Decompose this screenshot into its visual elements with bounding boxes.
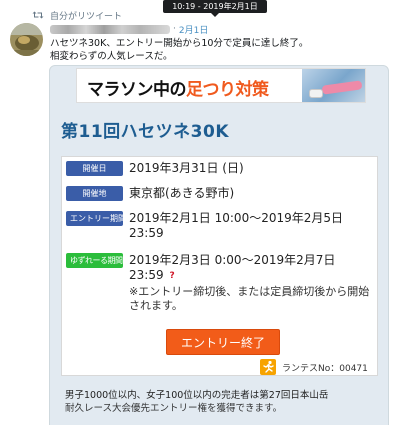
tooltip-arrow [211, 13, 219, 17]
description-line: 耐久レース大会優先エントリー権を獲得できます。 [65, 403, 283, 414]
description-line: 男子1000位以内、女子100位以内の完走者は第27回日本山岳 [65, 390, 329, 401]
tweet-header: · 2月1日 [50, 22, 208, 36]
transfer-period-note: ※エントリー締切後、または定員締切後から開始されます。 [129, 285, 370, 312]
event-venue-value: 東京都(あきる野市) [129, 186, 235, 200]
event-title: 第11回ハセツネ30K [61, 122, 229, 142]
transfer-period-value: 2019年2月3日 0:00〜2019年2月7日 23:59 [129, 253, 336, 282]
author-name-redacted[interactable] [50, 24, 170, 34]
event-description: 男子1000位以内、女子100位以内の完走者は第27回日本山岳 耐久レース大会優… [65, 389, 378, 415]
info-row-transfer-period: ゆずれーる期間 2019年2月3日 0:00〜2019年2月7日 23:59? … [66, 253, 371, 313]
banner-text-part1: マラソン中の [87, 80, 187, 100]
tweet-text-line: 相変わらずの人気レースだ。 [50, 51, 173, 62]
badge-transfer-period: ゆずれーる期間 [66, 253, 123, 268]
entry-period-value: 2019年2月1日 10:00〜2019年2月5日 23:59 [129, 211, 344, 240]
timestamp-tooltip: 10:19 - 2019年2月1日 [163, 0, 267, 13]
info-row-entry-period: エントリー期間 2019年2月1日 10:00〜2019年2月5日 23:59 [66, 211, 371, 241]
banner-text-part2: 足つり対策 [186, 80, 269, 100]
tweet-text: ハセツネ30K、エントリー開始から10分で定員に達し終了。 相変わらずの人気レー… [50, 37, 390, 63]
header-separator: · [173, 24, 176, 34]
info-row-date: 開催日 2019年3月31日 (日) [66, 161, 244, 176]
runner-shoe-shape [309, 89, 323, 98]
event-date-value: 2019年3月31日 (日) [129, 161, 244, 175]
tweet-text-line: ハセツネ30K、エントリー開始から10分で定員に達し終了。 [50, 38, 309, 49]
transfer-period-block: 2019年2月3日 0:00〜2019年2月7日 23:59? ※エントリー締切… [129, 253, 371, 313]
retweet-label: 自分がリツイート [50, 11, 123, 22]
runtes-number: ランテスNo：00471 [260, 359, 368, 375]
avatar[interactable] [10, 23, 43, 56]
badge-date: 開催日 [66, 161, 123, 176]
info-row-venue: 開催地 東京都(あきる野市) [66, 186, 234, 201]
banner-text: マラソン中の足つり対策 [87, 75, 269, 100]
runtes-label: ランテスNo：00471 [282, 363, 368, 374]
entry-closed-button[interactable]: エントリー終了 [166, 329, 280, 355]
ad-banner[interactable]: マラソン中の足つり対策 [76, 68, 366, 103]
runner-icon [260, 359, 276, 375]
link-card[interactable]: マラソン中の足つり対策 第11回ハセツネ30K 開催日 2019年3月31日 (… [49, 65, 389, 425]
retweet-icon [32, 11, 44, 19]
avatar-image [10, 23, 43, 56]
tweet-date-link[interactable]: 2月1日 [179, 23, 208, 36]
retweet-indicator: 自分がリツイート [32, 8, 122, 22]
badge-venue: 開催地 [66, 186, 123, 201]
badge-entry-period: エントリー期間 [66, 211, 126, 226]
event-info-box: 開催日 2019年3月31日 (日) 開催地 東京都(あきる野市) エントリー期… [61, 156, 378, 376]
help-icon[interactable]: ? [167, 271, 178, 282]
